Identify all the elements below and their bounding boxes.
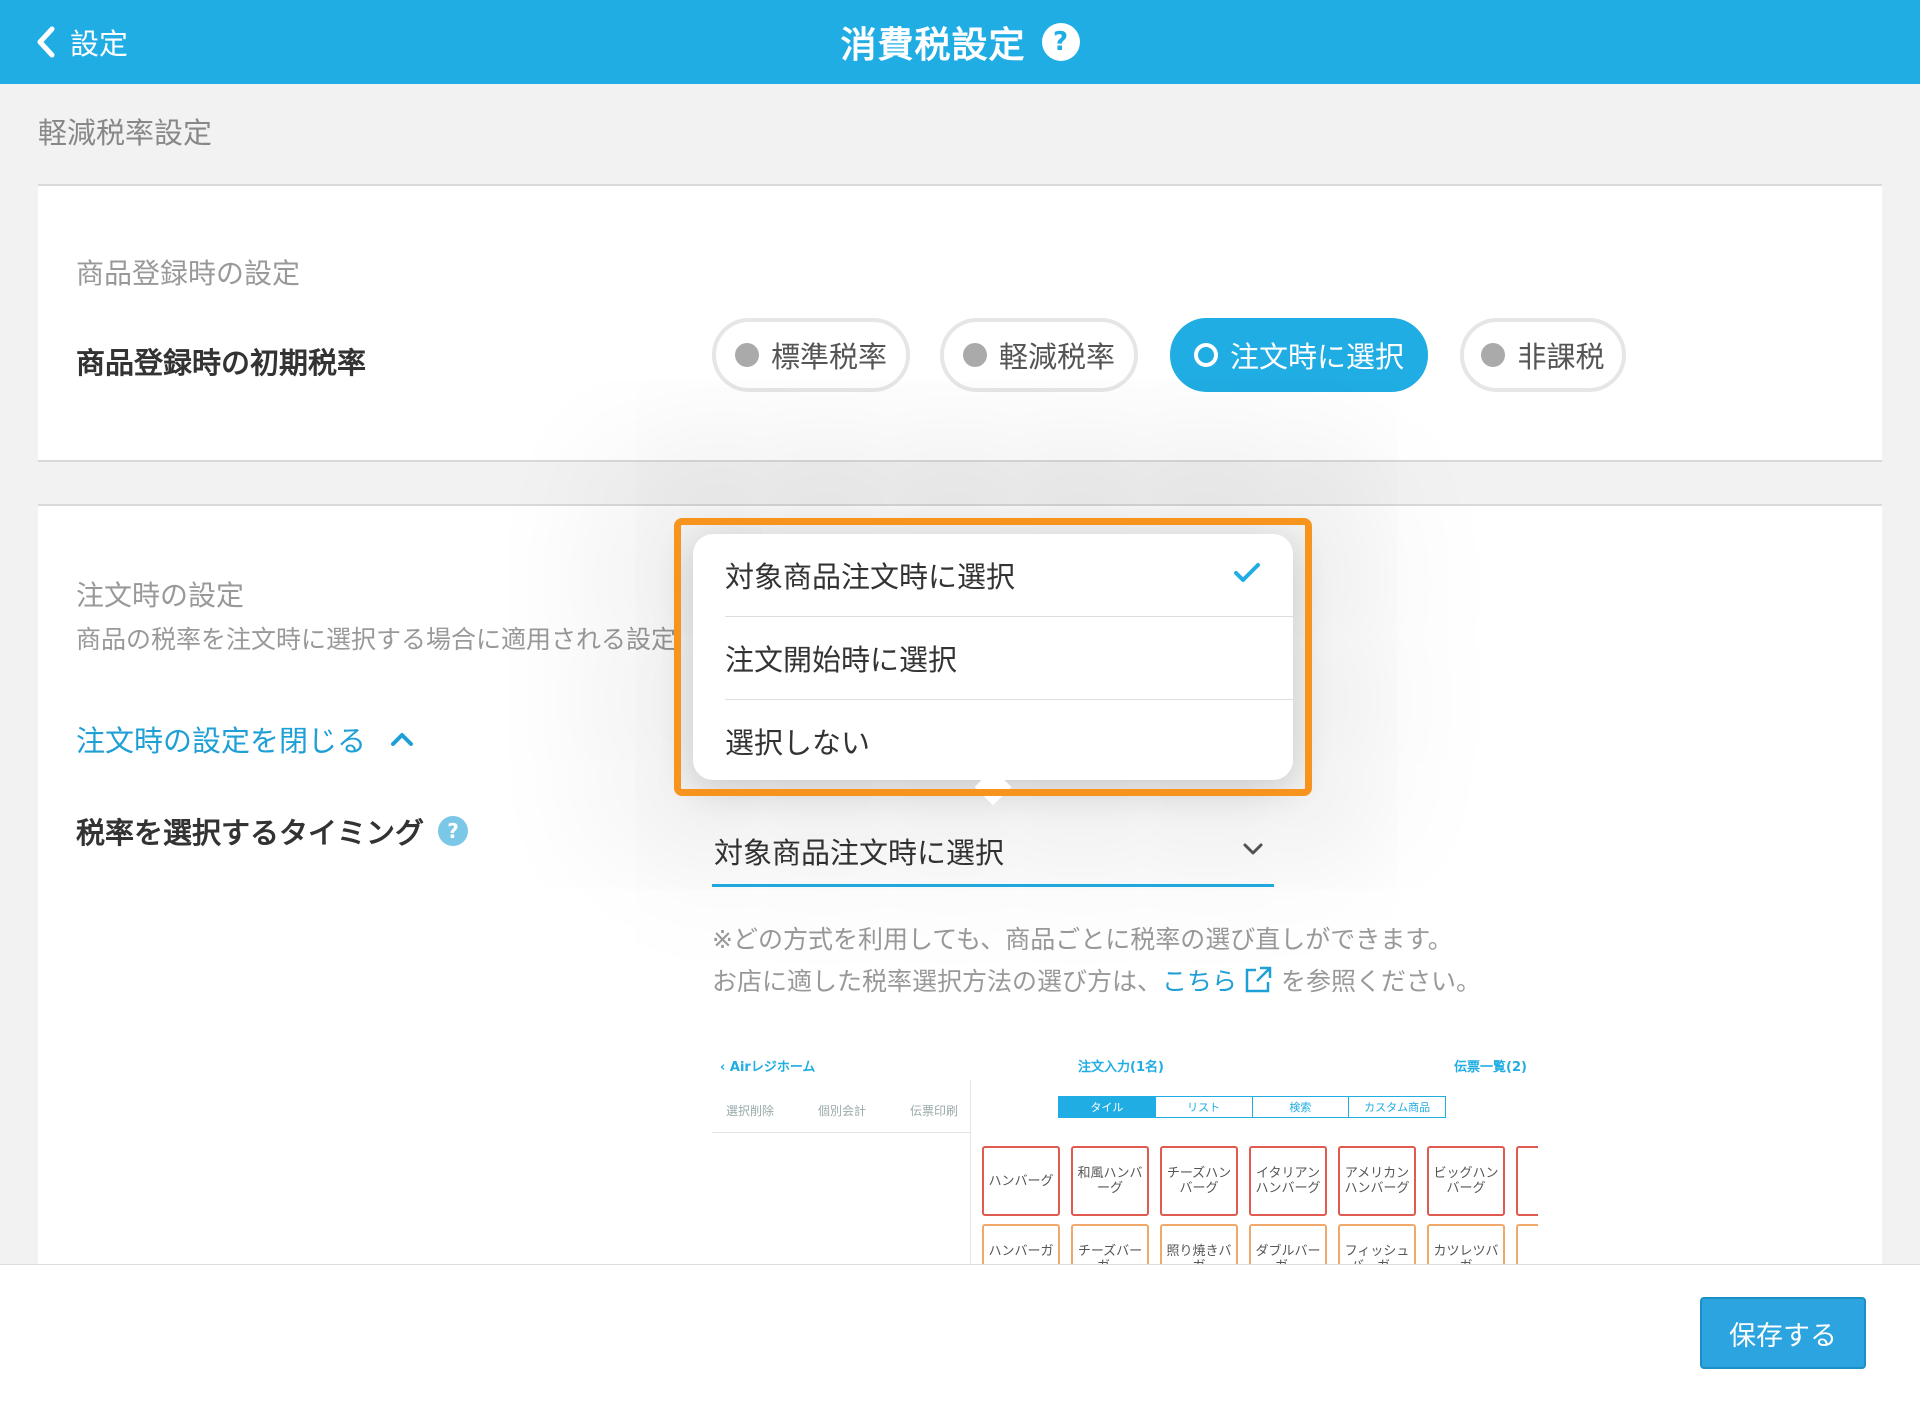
preview-tile: フィッシュバーガー [1338,1224,1416,1264]
page-title-group: 消費税設定 ? [0,0,1920,84]
note-text-before: お店に適した税率選択方法の選び方は、 [712,967,1163,996]
footer-bar: 保存する [0,1264,1920,1404]
radio-label: 非課税 [1517,340,1605,374]
preview-tab: 検索 [1253,1097,1350,1117]
preview-right-label: 伝票一覧(2) [1454,1060,1527,1075]
preview-action: 伝票印刷 [910,1104,959,1118]
section-heading: 軽減税率設定 [38,116,213,150]
close-order-settings-link[interactable]: 注文時の設定を閉じる [76,718,414,760]
preview-tile: チーズバーガー [1071,1224,1149,1264]
preview-tile: 照り焼きバーガー [1160,1224,1238,1264]
chevron-down-icon [1243,843,1263,855]
note-line-1: ※どの方式を利用しても、商品ごとに税率の選び直しができます。 [712,925,1453,954]
timing-select[interactable]: 対象商品注文時に選択 [712,820,1274,887]
timing-select-value: 対象商品注文時に選択 [714,836,1005,870]
timing-label: 税率を選択するタイミング [76,816,425,850]
radio-label: 軽減税率 [998,340,1115,374]
toggle-label: 注文時の設定を閉じる [76,724,367,758]
option-label: 対象商品注文時に選択 [725,560,1016,594]
product-registration-subtitle: 商品登録時の設定 [76,257,301,290]
preview-tile: 野 [1516,1224,1538,1264]
page-title: 消費税設定 [840,25,1026,66]
radio-reduced-rate[interactable]: 軽減税率 [940,318,1138,392]
timing-dropdown-popover: 対象商品注文時に選択 注文開始時に選択 選択しない [693,534,1293,806]
preview-tile: ビッグハンバーグ [1427,1146,1505,1216]
note-line-2: お店に適した税率選択方法の選び方は、 こちら を参照ください。 [712,962,1481,998]
check-icon [1234,563,1260,582]
order-screen-preview: ‹ Airレジホーム 注文入力(1名) 伝票一覧(2) 選択削除 個別会計 伝票… [712,1040,1538,1264]
preview-tile: カツレツバーガー [1427,1224,1505,1264]
reference-link-label: こちら [1162,967,1238,996]
preview-divider [970,1080,971,1264]
radio-tax-exempt[interactable]: 非課税 [1460,318,1626,392]
radio-label: 注文時に選択 [1229,340,1404,374]
option-label: 注文開始時に選択 [725,643,958,677]
preview-tile: ハンバーガー [982,1224,1060,1264]
preview-tab: タイル [1059,1097,1156,1117]
save-button[interactable]: 保存する [1700,1297,1866,1369]
reference-link[interactable]: こちら [1162,962,1273,998]
order-settings-subtitle: 注文時の設定 [76,579,245,612]
radio-label: 標準税率 [770,340,887,374]
preview-tabs: タイル リスト 検索 カスタム商品 [1058,1096,1446,1118]
initial-tax-rate-label: 商品登録時の初期税率 [76,346,367,380]
preview-action: 選択削除 [726,1104,775,1118]
preview-title: 注文入力(1名) [1078,1060,1164,1075]
preview-tab: リスト [1156,1097,1253,1117]
preview-tile: イタリアンハンバーグ [1249,1146,1327,1216]
radio-dot-icon [962,343,987,367]
dropdown-option-order-start[interactable]: 注文開始時に選択 [725,617,1293,700]
note-text-after: を参照ください。 [1281,967,1482,996]
preview-tile: ハンバーグ [982,1146,1060,1216]
header-bar: 設定 消費税設定 ? [0,0,1920,84]
preview-tile: ダブルバーガー [1249,1224,1327,1264]
chevron-up-icon [391,733,414,746]
order-settings-description: 商品の税率を注文時に選択する場合に適用される設定 [76,625,677,654]
preview-tab: カスタム商品 [1364,1101,1431,1114]
preview-back: ‹ Airレジホーム [720,1060,816,1075]
help-icon[interactable]: ? [1041,23,1080,61]
radio-select-at-order[interactable]: 注文時に選択 [1170,318,1428,392]
radio-dot-icon [1481,343,1506,367]
preview-tile: 激 [1516,1146,1538,1216]
help-icon[interactable]: ? [438,816,469,846]
dropdown-option-target-product[interactable]: 対象商品注文時に選択 [725,534,1293,617]
preview-tile: 和風ハンバーグ [1071,1146,1149,1216]
external-link-icon [1245,966,1272,993]
timing-label-group: 税率を選択するタイミング ? [76,810,469,852]
option-label: 選択しない [725,726,871,760]
radio-standard-rate[interactable]: 標準税率 [712,318,910,392]
radio-ring-icon [1193,343,1218,367]
preview-action: 個別会計 [818,1104,867,1118]
preview-divider [712,1132,970,1133]
dropdown-option-none[interactable]: 選択しない [725,700,1293,782]
preview-tile: チーズハンバーグ [1160,1146,1238,1216]
preview-tile: アメリカンハンバーグ [1338,1146,1416,1216]
radio-dot-icon [734,343,759,367]
